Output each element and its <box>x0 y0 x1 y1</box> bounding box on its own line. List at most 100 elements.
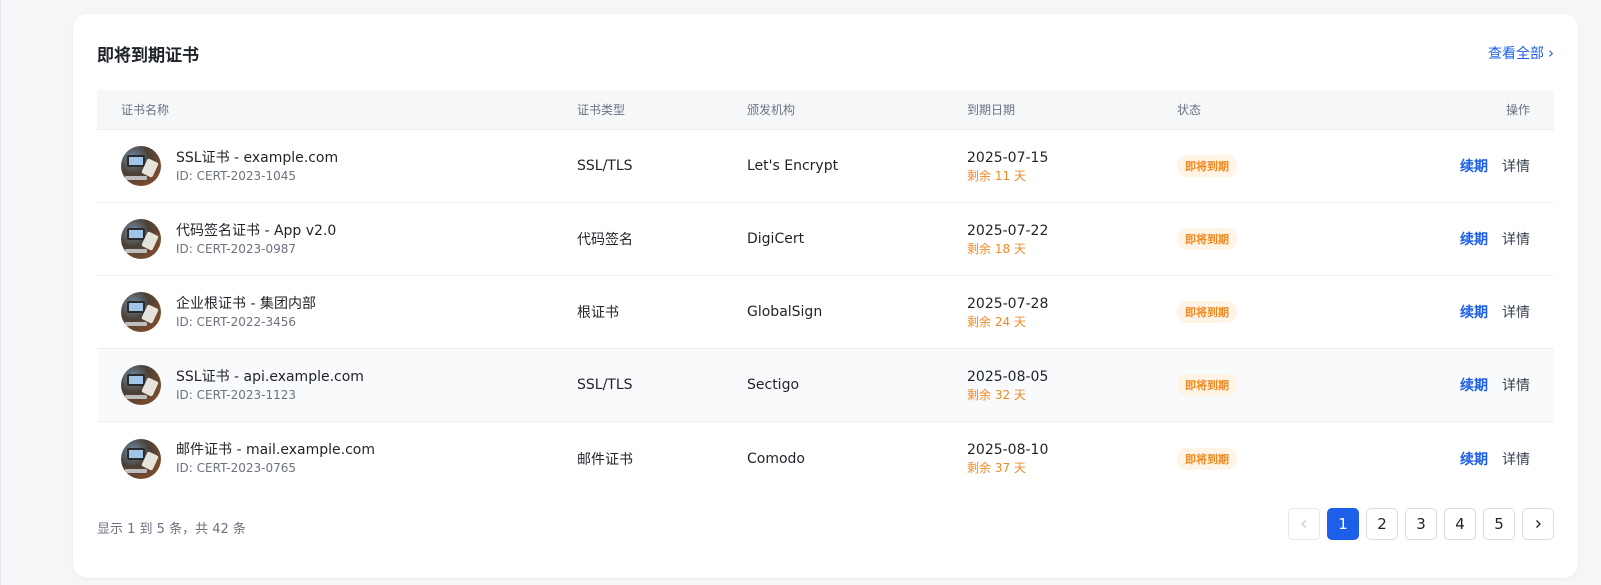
cell-expiry: 2025-08-05 剩余 32 天 <box>967 368 1177 403</box>
certificate-type: 代码签名 <box>577 232 633 248</box>
page-3-button[interactable]: 3 <box>1405 508 1437 540</box>
header-status: 状态 <box>1177 103 1202 117</box>
certificate-id: ID: CERT-2023-1123 <box>176 387 297 402</box>
page-2-button[interactable]: 2 <box>1366 508 1398 540</box>
expiry-date: 2025-07-15 <box>967 149 1049 166</box>
certificate-name: 企业根证书 - 集团内部 <box>176 295 316 312</box>
detail-button[interactable]: 详情 <box>1502 159 1530 175</box>
prev-page-button[interactable] <box>1288 508 1320 540</box>
certificate-type: SSL/TLS <box>577 377 633 393</box>
table-row: 邮件证书 - mail.example.com ID: CERT-2023-076… <box>97 422 1554 495</box>
certificate-type: SSL/TLS <box>577 158 633 174</box>
cell-name: SSL证书 - example.com ID: CERT-2023-1045 <box>97 146 577 186</box>
table-row: SSL证书 - api.example.com ID: CERT-2023-112… <box>97 349 1554 422</box>
chevron-right-icon <box>1536 520 1541 528</box>
cell-status: 即将到期 <box>1177 301 1377 323</box>
view-all-label: 查看全部 <box>1488 46 1544 62</box>
renew-button[interactable]: 续期 <box>1460 452 1488 468</box>
certificate-type: 根证书 <box>577 305 619 321</box>
certificate-thumbnail <box>121 219 161 259</box>
renew-button[interactable]: 续期 <box>1460 232 1488 248</box>
name-block: SSL证书 - example.com ID: CERT-2023-1045 <box>176 149 338 184</box>
cell-actions: 续期 详情 <box>1377 375 1554 395</box>
detail-button[interactable]: 详情 <box>1502 305 1530 321</box>
certificate-id: ID: CERT-2022-3456 <box>176 314 297 329</box>
page-divider <box>0 0 1 585</box>
cell-status: 即将到期 <box>1177 155 1377 177</box>
certificate-issuer: DigiCert <box>747 231 805 247</box>
name-block: SSL证书 - api.example.com ID: CERT-2023-112… <box>176 368 364 403</box>
days-remaining: 剩余 18 天 <box>967 241 1026 256</box>
table-row: 代码签名证书 - App v2.0 ID: CERT-2023-0987 代码签名 D… <box>97 203 1554 276</box>
expiry-date: 2025-08-05 <box>967 368 1049 385</box>
cell-status: 即将到期 <box>1177 447 1377 470</box>
name-block: 企业根证书 - 集团内部 ID: CERT-2022-3456 <box>176 295 316 330</box>
certificate-thumbnail <box>121 365 161 405</box>
certificate-name: SSL证书 - example.com <box>176 149 339 166</box>
table-row: 企业根证书 - 集团内部 ID: CERT-2022-3456 根证书 GlobalS… <box>97 276 1554 349</box>
cell-name: SSL证书 - api.example.com ID: CERT-2023-112… <box>97 365 577 405</box>
status-badge: 即将到期 <box>1177 155 1237 177</box>
table-body: SSL证书 - example.com ID: CERT-2023-1045 SSL… <box>97 130 1554 495</box>
header-name: 证书名称 <box>121 103 170 117</box>
detail-button[interactable]: 详情 <box>1502 452 1530 468</box>
table-row: SSL证书 - example.com ID: CERT-2023-1045 SSL… <box>97 130 1554 203</box>
page-5-button[interactable]: 5 <box>1483 508 1515 540</box>
renew-button[interactable]: 续期 <box>1460 305 1488 321</box>
renew-button[interactable]: 续期 <box>1460 378 1488 394</box>
next-page-button[interactable] <box>1522 508 1554 540</box>
expiry-date: 2025-08-10 <box>967 442 1049 458</box>
certificate-id: ID: CERT-2023-0987 <box>176 241 297 256</box>
certificate-name: 邮件证书 - mail.example.com <box>176 442 376 458</box>
status-badge: 即将到期 <box>1177 447 1237 470</box>
cell-actions: 续期 详情 <box>1377 156 1554 176</box>
name-block: 代码签名证书 - App v2.0 ID: CERT-2023-0987 <box>176 222 336 257</box>
renew-button[interactable]: 续期 <box>1460 159 1488 175</box>
cell-actions: 续期 详情 <box>1377 302 1554 322</box>
cell-expiry: 2025-07-28 剩余 24 天 <box>967 295 1177 330</box>
cell-actions: 续期 详情 <box>1377 449 1554 469</box>
certificates-table: 证书名称 证书类型 颁发机构 到期日期 状态 操作 SSL证书 - exampl… <box>97 90 1554 495</box>
cell-actions: 续期 详情 <box>1377 229 1554 249</box>
days-remaining: 剩余 32 天 <box>967 387 1026 402</box>
certificate-issuer: Comodo <box>747 450 805 467</box>
certificate-id: ID: CERT-2023-1045 <box>176 168 297 183</box>
status-badge: 即将到期 <box>1177 228 1237 250</box>
status-badge: 即将到期 <box>1177 301 1237 323</box>
page-1-button[interactable]: 1 <box>1327 508 1359 540</box>
page-4-button[interactable]: 4 <box>1444 508 1476 540</box>
certificate-id: ID: CERT-2023-0765 <box>176 461 297 475</box>
expiring-certificates-card: 即将到期证书 查看全部 › 证书名称 证书类型 颁发机构 到期日期 状态 操作 … <box>73 14 1578 578</box>
days-remaining: 剩余 37 天 <box>967 461 1026 475</box>
certificate-name: 代码签名证书 - App v2.0 <box>176 222 337 239</box>
cell-name: 邮件证书 - mail.example.com ID: CERT-2023-076… <box>97 438 577 479</box>
header-issuer: 颁发机构 <box>747 103 796 117</box>
header-type: 证书类型 <box>577 103 626 117</box>
certificate-type: 邮件证书 <box>577 451 633 468</box>
expiry-date: 2025-07-28 <box>967 295 1049 312</box>
certificate-issuer: Sectigo <box>747 377 800 393</box>
status-badge: 即将到期 <box>1177 374 1237 396</box>
certificate-issuer: GlobalSign <box>747 304 823 320</box>
name-block: 邮件证书 - mail.example.com ID: CERT-2023-076… <box>176 441 375 476</box>
chevron-left-icon <box>1301 520 1306 528</box>
cell-status: 即将到期 <box>1177 228 1377 250</box>
certificate-thumbnail <box>121 146 161 186</box>
cell-expiry: 2025-08-10 剩余 37 天 <box>967 441 1177 476</box>
cell-expiry: 2025-07-22 剩余 18 天 <box>967 222 1177 257</box>
certificate-name: SSL证书 - api.example.com <box>176 368 364 385</box>
card-title: 即将到期证书 <box>97 46 199 66</box>
cell-status: 即将到期 <box>1177 374 1377 396</box>
certificate-thumbnail <box>121 292 161 332</box>
days-remaining: 剩余 24 天 <box>967 314 1026 329</box>
detail-button[interactable]: 详情 <box>1502 232 1530 248</box>
table-header: 证书名称 证书类型 颁发机构 到期日期 状态 操作 <box>97 90 1554 130</box>
pagination-info: 显示 1 到 5 条，共 42 条 <box>97 522 246 537</box>
cell-name: 企业根证书 - 集团内部 ID: CERT-2022-3456 <box>97 292 577 332</box>
view-all-link[interactable]: 查看全部 › <box>1488 43 1554 63</box>
cell-expiry: 2025-07-15 剩余 11 天 <box>967 149 1177 184</box>
detail-button[interactable]: 详情 <box>1502 378 1530 394</box>
days-remaining: 剩余 11 天 <box>967 168 1026 183</box>
pagination: 12345 <box>1288 508 1554 540</box>
expiry-date: 2025-07-22 <box>967 222 1049 239</box>
